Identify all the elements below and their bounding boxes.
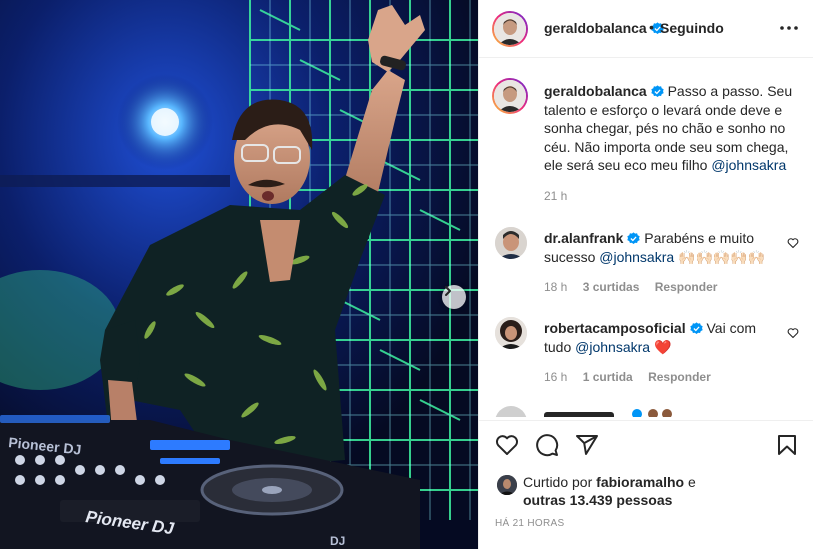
comment-emoji: 🙌🏻🙌🏻🙌🏻🙌🏻🙌🏻: [678, 248, 766, 265]
dj-photo-illustration: Pioneer DJ Pioneer DJ DJ: [0, 0, 478, 549]
partial-comment-preview: [495, 406, 672, 417]
comment-emoji: ❤️: [653, 338, 672, 355]
comment-timestamp[interactable]: 16 h: [544, 370, 567, 384]
verified-badge-icon: [627, 232, 641, 245]
post-actions: Curtido por fabioramalho e outras 13.439…: [479, 420, 813, 549]
comment-icon: [536, 434, 559, 457]
comment-like-button[interactable]: [787, 326, 799, 344]
comment-mention-link[interactable]: @johnsakra: [575, 339, 650, 355]
bookmark-icon: [778, 435, 796, 455]
caption-author-avatar-image: [494, 80, 526, 112]
more-options-icon: [780, 26, 798, 30]
author-avatar-image: [494, 13, 526, 45]
comment-reply-button[interactable]: Responder: [648, 370, 711, 384]
svg-text:DJ: DJ: [330, 534, 345, 548]
comment-likes-count[interactable]: 3 curtidas: [583, 280, 640, 294]
comment-username[interactable]: dr.alanfrank: [544, 230, 623, 246]
author-avatar[interactable]: [492, 11, 528, 47]
commenter-avatar-image: [495, 227, 527, 259]
commenter-avatar[interactable]: [495, 317, 527, 349]
commenter-avatar-image: [495, 317, 527, 349]
liker-avatar-image: [497, 475, 517, 495]
save-button[interactable]: [775, 433, 799, 462]
comment-reply-button[interactable]: Responder: [655, 280, 718, 294]
likes-prefix: Curtido por: [523, 474, 593, 490]
liker-avatar[interactable]: [497, 475, 517, 495]
heart-icon: [495, 435, 519, 455]
post-header: geraldobalanca • Seguindo: [479, 0, 813, 58]
follow-status-button[interactable]: Seguindo: [660, 20, 724, 36]
caption-mention-link[interactable]: @johnsakra: [711, 157, 786, 173]
caption-username[interactable]: geraldobalanca: [544, 83, 647, 99]
author-username[interactable]: geraldobalanca: [544, 20, 664, 38]
next-photo-button[interactable]: [442, 285, 466, 309]
comment-text: robertacamposoficial Vai com tudo @johns…: [544, 319, 774, 356]
likes-text: Curtido por fabioramalho e outras 13.439…: [523, 473, 783, 509]
post-side-panel: geraldobalanca • Seguindo geraldobalanca: [478, 0, 813, 549]
comment-mention-link[interactable]: @johnsakra: [599, 249, 674, 265]
comment-meta: 18 h 3 curtidas Responder: [544, 280, 729, 294]
comment-meta: 16 h 1 curtida Responder: [544, 370, 723, 384]
caption-text: geraldobalanca Passo a passo. Seu talent…: [544, 82, 806, 175]
post-photo: Pioneer DJ Pioneer DJ DJ: [0, 0, 478, 549]
caption-author-avatar[interactable]: [492, 78, 528, 114]
header-separator: •: [649, 19, 654, 35]
commenter-avatar[interactable]: [495, 227, 527, 259]
more-options-button[interactable]: [779, 20, 799, 41]
like-button[interactable]: [495, 433, 519, 462]
comment-like-button[interactable]: [787, 236, 799, 254]
likes-others-link[interactable]: outras 13.439 pessoas: [523, 492, 672, 508]
verified-badge-icon: [651, 85, 664, 98]
comment-button[interactable]: [535, 433, 559, 462]
liker-username[interactable]: fabioramalho: [596, 474, 684, 490]
chevron-right-icon: [445, 286, 451, 296]
comment-timestamp[interactable]: 18 h: [544, 280, 567, 294]
heart-icon: [787, 328, 799, 339]
caption-timestamp[interactable]: 21 h: [544, 189, 567, 203]
post-timestamp[interactable]: HÁ 21 HORAS: [495, 518, 564, 529]
comment-text: dr.alanfrank Parabéns e muito sucesso @j…: [544, 229, 774, 266]
comment-item-partial: [495, 405, 795, 417]
author-username-text[interactable]: geraldobalanca: [544, 20, 647, 36]
verified-badge-icon: [689, 322, 703, 335]
comment-likes-count[interactable]: 1 curtida: [583, 370, 633, 384]
share-button[interactable]: [575, 433, 599, 462]
heart-icon: [787, 238, 799, 249]
likes-connector: e: [687, 474, 696, 490]
share-icon: [576, 435, 598, 455]
comment-username[interactable]: robertacamposoficial: [544, 320, 686, 336]
